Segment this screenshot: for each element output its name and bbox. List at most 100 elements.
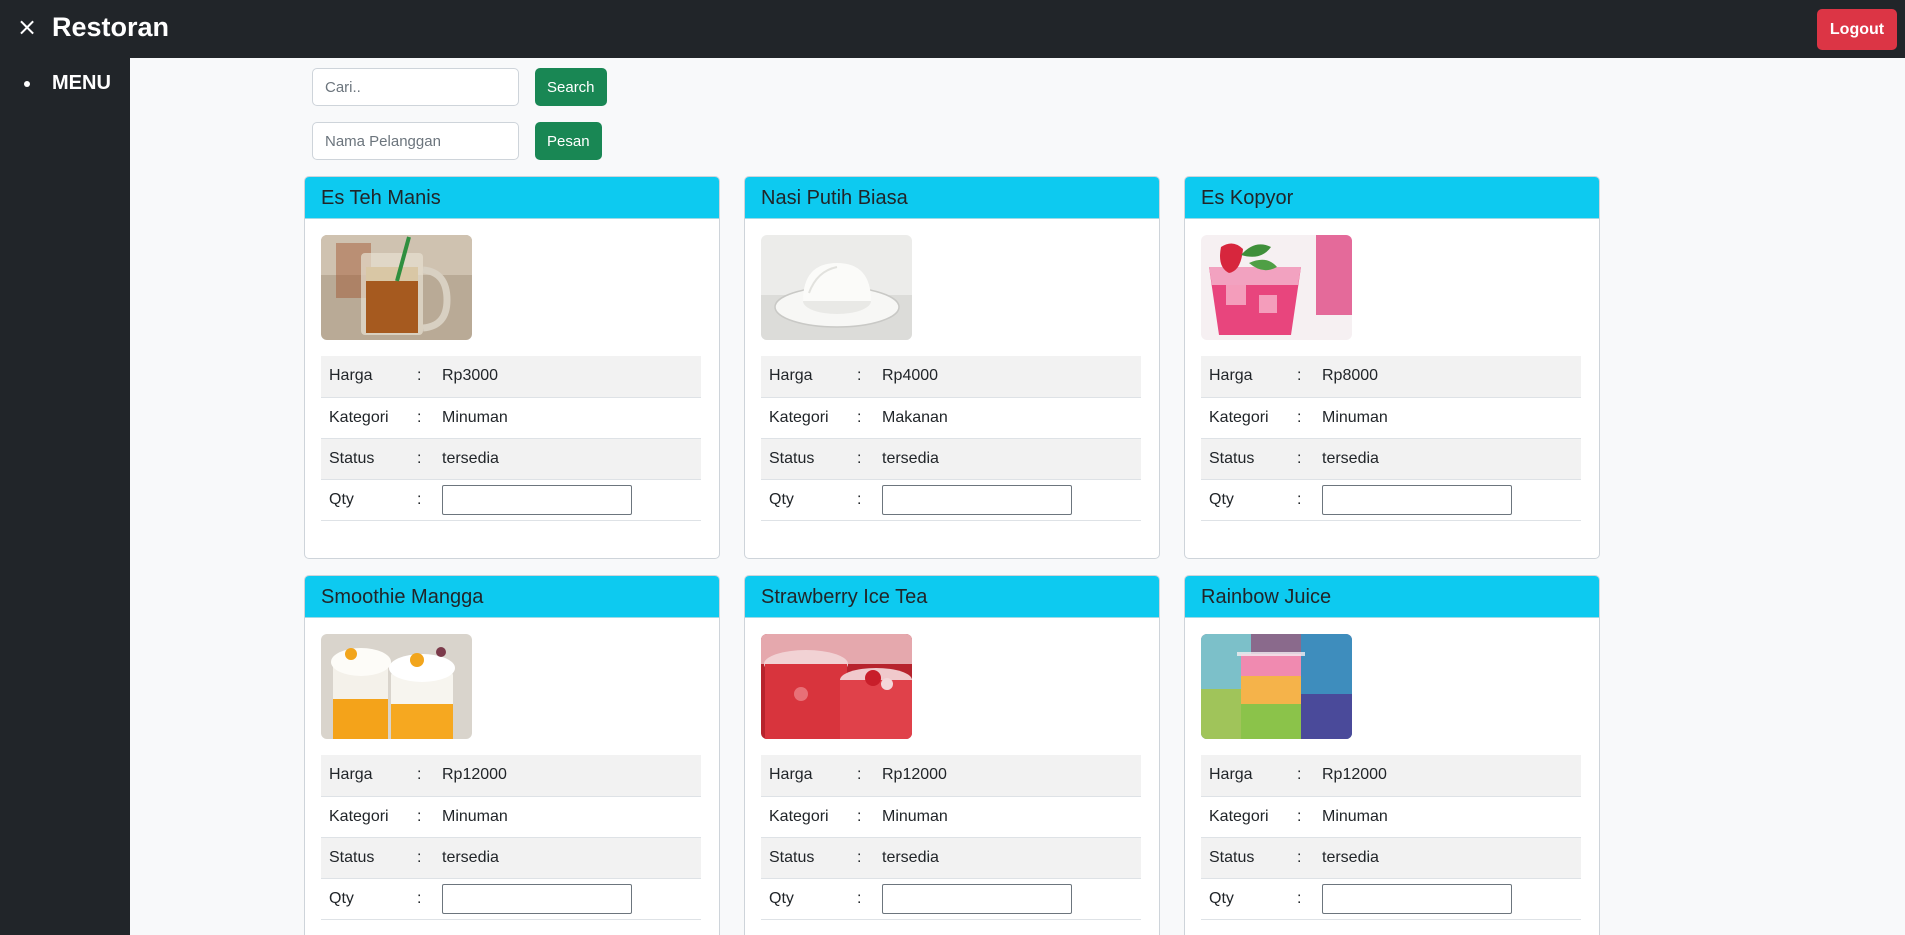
- price-value: Rp12000: [1322, 755, 1581, 797]
- qty-label: Qty: [1201, 479, 1297, 521]
- separator: :: [417, 755, 442, 797]
- status-value: tersedia: [442, 837, 701, 879]
- category-value: Minuman: [442, 796, 701, 838]
- separator: :: [1297, 397, 1322, 439]
- sidebar: MENU: [0, 58, 130, 935]
- qty-label: Qty: [321, 878, 417, 920]
- separator: :: [1297, 878, 1322, 920]
- menu-card: Nasi Putih Biasa Harga: Rp4000 Kategori: M…: [744, 176, 1160, 559]
- separator: :: [417, 397, 442, 439]
- price-value: Rp12000: [442, 755, 701, 797]
- status-value: tersedia: [1322, 438, 1581, 480]
- price-label: Harga: [761, 755, 857, 797]
- menu-card: Smoothie Mangga Harga: Rp12000 Kategori: M…: [304, 575, 720, 935]
- qty-input[interactable]: [1322, 883, 1512, 914]
- separator: :: [1297, 837, 1322, 879]
- price-value: Rp12000: [882, 755, 1141, 797]
- separator: :: [417, 356, 442, 398]
- order-bar: Pesan: [312, 122, 602, 160]
- category-value: Minuman: [882, 796, 1141, 838]
- qty-input[interactable]: [882, 484, 1072, 515]
- qty-input[interactable]: [1322, 484, 1512, 515]
- separator: :: [1297, 356, 1322, 398]
- separator: :: [857, 755, 882, 797]
- separator: :: [857, 837, 882, 879]
- category-label: Kategori: [761, 796, 857, 838]
- status-label: Status: [761, 837, 857, 879]
- separator: :: [857, 397, 882, 439]
- top-navbar: × Restoran Logout: [0, 0, 1905, 58]
- separator: :: [857, 356, 882, 398]
- search-input[interactable]: [312, 68, 519, 106]
- price-label: Harga: [321, 356, 417, 398]
- menu-item-name: Smoothie Mangga: [305, 576, 719, 618]
- sidebar-item-menu[interactable]: MENU: [24, 72, 111, 95]
- price-value: Rp3000: [442, 356, 701, 398]
- iced-tea-image: [321, 235, 472, 340]
- customer-name-input[interactable]: [312, 122, 519, 160]
- separator: :: [1297, 796, 1322, 838]
- menu-item-name: Es Kopyor: [1185, 177, 1599, 219]
- separator: :: [857, 479, 882, 521]
- status-label: Status: [321, 837, 417, 879]
- status-value: tersedia: [882, 438, 1141, 480]
- separator: :: [857, 796, 882, 838]
- separator: :: [1297, 479, 1322, 521]
- app-title: Restoran: [52, 12, 170, 42]
- search-button[interactable]: Search: [535, 68, 607, 106]
- menu-item-name: Es Teh Manis: [305, 177, 719, 219]
- category-value: Minuman: [442, 397, 701, 439]
- qty-input[interactable]: [442, 484, 632, 515]
- status-value: tersedia: [882, 837, 1141, 879]
- separator: :: [857, 878, 882, 920]
- price-value: Rp4000: [882, 356, 1141, 398]
- menu-item-name: Nasi Putih Biasa: [745, 177, 1159, 219]
- qty-input[interactable]: [442, 883, 632, 914]
- price-value: Rp8000: [1322, 356, 1581, 398]
- menu-item-name: Strawberry Ice Tea: [745, 576, 1159, 618]
- status-label: Status: [761, 438, 857, 480]
- qty-label: Qty: [1201, 878, 1297, 920]
- category-value: Minuman: [1322, 796, 1581, 838]
- category-label: Kategori: [321, 397, 417, 439]
- sidebar-item-label: MENU: [52, 72, 111, 94]
- separator: :: [417, 438, 442, 480]
- price-label: Harga: [1201, 356, 1297, 398]
- category-label: Kategori: [761, 397, 857, 439]
- status-value: tersedia: [442, 438, 701, 480]
- separator: :: [1297, 755, 1322, 797]
- category-label: Kategori: [1201, 796, 1297, 838]
- category-label: Kategori: [1201, 397, 1297, 439]
- mango-smoothie-image: [321, 634, 472, 739]
- category-value: Minuman: [1322, 397, 1581, 439]
- order-button[interactable]: Pesan: [535, 122, 602, 160]
- logout-button[interactable]: Logout: [1817, 9, 1897, 50]
- qty-label: Qty: [321, 479, 417, 521]
- search-bar: Search: [312, 68, 607, 106]
- menu-card: Es Kopyor Harga: Rp8000 Kategori: Minuman …: [1184, 176, 1600, 559]
- separator: :: [417, 479, 442, 521]
- qty-input[interactable]: [882, 883, 1072, 914]
- rainbow-juice-image: [1201, 634, 1352, 739]
- menu-card: Es Teh Manis Harga: Rp3000 Kategori: Minum…: [304, 176, 720, 559]
- status-label: Status: [1201, 438, 1297, 480]
- menu-item-name: Rainbow Juice: [1185, 576, 1599, 618]
- menu-card: Rainbow Juice Harga: Rp12000 Kategori: Min…: [1184, 575, 1600, 935]
- status-label: Status: [1201, 837, 1297, 879]
- separator: :: [417, 796, 442, 838]
- status-value: tersedia: [1322, 837, 1581, 879]
- separator: :: [857, 438, 882, 480]
- price-label: Harga: [761, 356, 857, 398]
- qty-label: Qty: [761, 479, 857, 521]
- separator: :: [417, 878, 442, 920]
- strawberry-ice-tea-image: [761, 634, 912, 739]
- category-value: Makanan: [882, 397, 1141, 439]
- price-label: Harga: [321, 755, 417, 797]
- separator: :: [1297, 438, 1322, 480]
- qty-label: Qty: [761, 878, 857, 920]
- status-label: Status: [321, 438, 417, 480]
- bullet-icon: [24, 80, 30, 87]
- close-icon[interactable]: ×: [12, 12, 42, 42]
- menu-card: Strawberry Ice Tea Harga: Rp12000 Kategor…: [744, 575, 1160, 935]
- pink-iced-drink-image: [1201, 235, 1352, 340]
